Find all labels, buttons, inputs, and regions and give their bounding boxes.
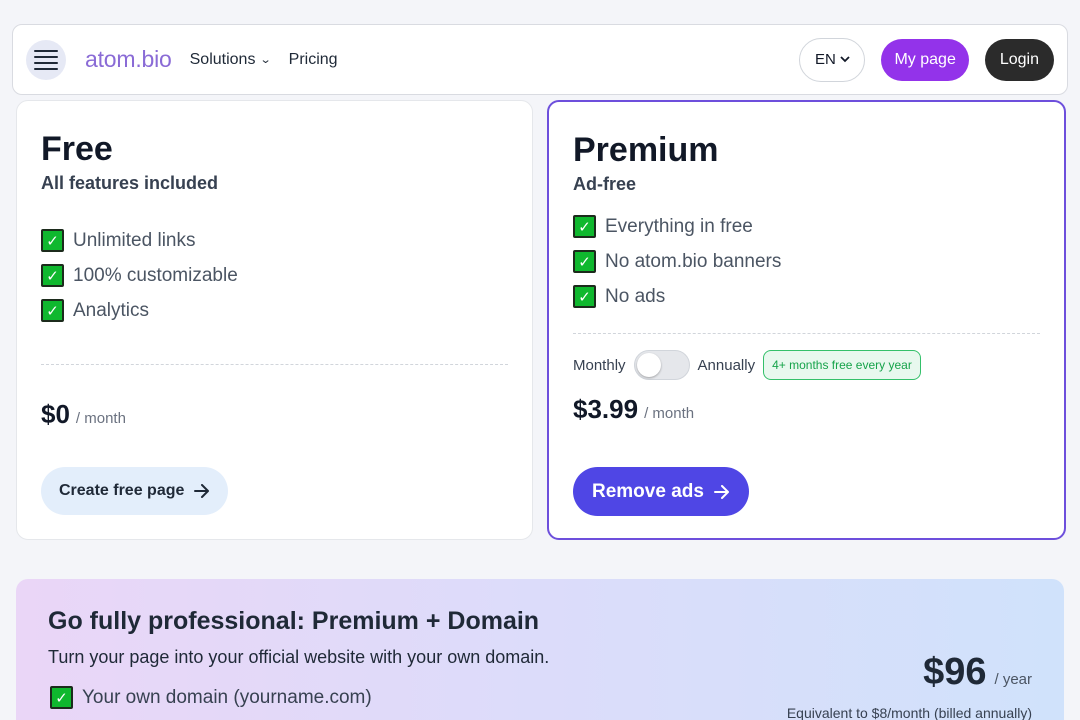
language-select[interactable]: EN [799, 37, 866, 82]
price-amount: $0 [41, 399, 70, 429]
feature-label: Unlimited links [73, 229, 196, 251]
create-free-page-button[interactable]: Create free page [41, 467, 229, 515]
feature-label: 100% customizable [73, 264, 238, 286]
promo-title: Go fully professional: Premium + Domain [48, 607, 540, 635]
nav-solutions-label: Solutions [189, 50, 256, 68]
premium-domain-promo: Go fully professional: Premium + Domain … [16, 579, 1064, 720]
promo-description: Turn your page into your official websit… [48, 647, 550, 667]
plan-price: $0 / month [41, 399, 508, 430]
promo-price: $96 / year [923, 651, 1032, 694]
plan-title: Free [41, 130, 113, 168]
arrow-right-icon [194, 484, 210, 498]
feature-label: Everything in free [605, 215, 753, 237]
feature-label: No atom.bio banners [605, 250, 782, 272]
my-page-button[interactable]: My page [881, 38, 969, 81]
savings-badge: 4+ months free every year [763, 350, 921, 380]
list-item: ✓ Your own domain (yourname.com) [50, 686, 372, 709]
check-icon: ✓ [41, 229, 64, 252]
toggle-knob [636, 353, 661, 377]
list-item: ✓ Unlimited links [41, 223, 508, 258]
price-amount: $3.99 [573, 394, 639, 424]
nav-pricing[interactable]: Pricing [289, 51, 338, 69]
price-equivalent: Equivalent to $8/month (billed annually) [786, 705, 1032, 720]
plan-subtitle: Ad-free [573, 174, 637, 194]
list-item: ✓ No atom.bio banners [573, 244, 1040, 279]
feature-label: No ads [605, 285, 666, 307]
check-icon: ✓ [50, 686, 73, 709]
language-label: EN [815, 51, 836, 68]
price-period: / month [75, 410, 126, 427]
price-amount: $96 [923, 651, 987, 693]
price-period: / year [994, 671, 1032, 688]
monthly-label: Monthly [573, 356, 626, 374]
check-icon: ✓ [573, 215, 596, 238]
nav-solutions[interactable]: Solutions ⌄ [189, 50, 273, 69]
remove-ads-button[interactable]: Remove ads [573, 467, 749, 516]
check-icon: ✓ [573, 250, 596, 273]
free-plan-card: Free All features included ✓ Unlimited li… [16, 100, 533, 540]
check-icon: ✓ [573, 285, 596, 308]
list-item: ✓ Analytics [41, 293, 508, 328]
annually-label: Annually [697, 356, 756, 374]
logo[interactable]: atom.bio [85, 46, 172, 73]
login-button[interactable]: Login [984, 38, 1054, 81]
chevron-down-icon [840, 56, 850, 63]
top-nav: atom.bio Solutions ⌄ Pricing EN My page … [12, 24, 1068, 95]
premium-plan-card: Premium Ad-free ✓ Everything in free ✓ No … [547, 100, 1066, 540]
arrow-right-icon [713, 484, 729, 499]
check-icon: ✓ [41, 299, 64, 322]
list-item: ✓ No ads [573, 279, 1040, 314]
button-label: Remove ads [592, 480, 704, 502]
chevron-down-icon: ⌄ [260, 54, 273, 66]
billing-period-toggle[interactable] [633, 350, 690, 380]
list-item: ✓ 100% customizable [41, 258, 508, 293]
price-period: / month [644, 405, 695, 422]
feature-list: ✓ Everything in free ✓ No atom.bio banners… [573, 209, 1040, 314]
divider [41, 364, 508, 365]
billing-toggle-row: Monthly Annually 4+ months free every ye… [573, 350, 1040, 380]
list-item: ✓ Everything in free [573, 209, 1040, 244]
check-icon: ✓ [41, 264, 64, 287]
plan-subtitle: All features included [41, 173, 219, 193]
feature-label: Analytics [73, 299, 150, 321]
feature-list: ✓ Unlimited links ✓ 100% customizable ✓ Ana… [41, 223, 508, 328]
plan-title: Premium [573, 131, 719, 169]
button-label: Create free page [59, 482, 185, 499]
feature-label: Your own domain (yourname.com) [82, 686, 372, 708]
menu-icon[interactable] [26, 39, 66, 80]
divider [573, 333, 1040, 334]
plan-price: $3.99 / month [573, 394, 1040, 425]
